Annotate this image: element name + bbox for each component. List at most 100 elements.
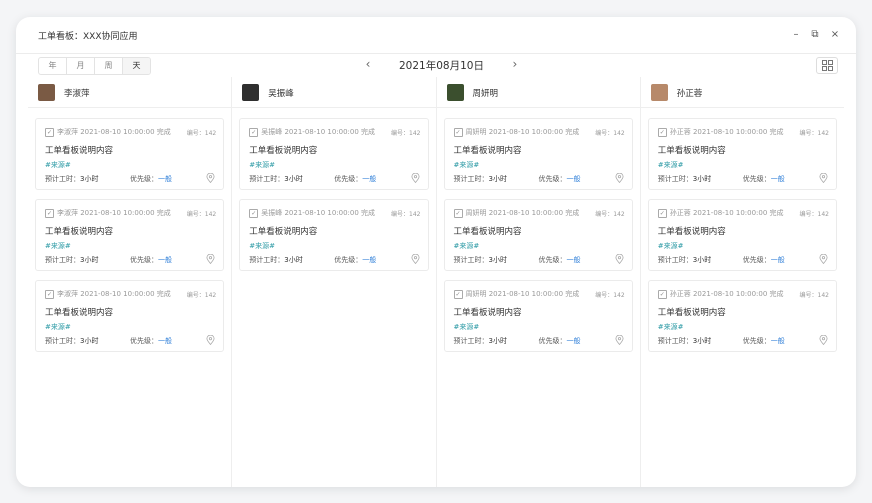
- work-order-card[interactable]: ✓ 周妍明 2021-08-10 10:00:00 完成 编号：142 工单看板…: [443, 199, 633, 271]
- toolbar: 年 月 周 天 ‹ 2021年08月10日 ›: [16, 54, 856, 76]
- board-column-4: 孙正蓉 ✓ 孙正蓉 2021-08-10 10:00:00 完成 编号：142 …: [640, 77, 844, 487]
- location-pin-icon[interactable]: [819, 173, 828, 183]
- done-checkbox-icon[interactable]: ✓: [657, 290, 667, 299]
- card-hours: 预计工时：3小时: [45, 175, 99, 183]
- card-description: 工单看板说明内容: [657, 227, 726, 237]
- title-bar: 工单看板：XXX协同应用 – ⧉ ×: [16, 17, 856, 54]
- card-tag[interactable]: #来源#: [45, 241, 71, 251]
- board-column-3: 周妍明 ✓ 周妍明 2021-08-10 10:00:00 完成 编号：142 …: [436, 77, 641, 487]
- card-hours: 预计工时：3小时: [45, 256, 99, 264]
- work-order-card[interactable]: ✓ 吴振峰 2021-08-10 10:00:00 完成 编号：142 工单看板…: [239, 199, 429, 271]
- card-tag[interactable]: #来源#: [249, 160, 275, 170]
- board-column-1: 李淑萍 ✓ 李淑萍 2021-08-10 10:00:00 完成 编号：142 …: [28, 77, 233, 487]
- done-checkbox-icon[interactable]: ✓: [657, 209, 667, 218]
- card-tag[interactable]: #来源#: [249, 241, 275, 251]
- card-description: 工单看板说明内容: [45, 146, 114, 156]
- close-icon[interactable]: ×: [827, 27, 843, 43]
- card-tag[interactable]: #来源#: [454, 241, 480, 251]
- location-pin-icon[interactable]: [615, 254, 624, 264]
- work-order-card[interactable]: ✓ 孙正蓉 2021-08-10 10:00:00 完成 编号：142 工单看板…: [647, 280, 837, 352]
- done-checkbox-icon[interactable]: ✓: [45, 128, 54, 137]
- card-description: 工单看板说明内容: [249, 146, 318, 156]
- grid-view-button[interactable]: [816, 57, 838, 74]
- work-order-card[interactable]: ✓ 周妍明 2021-08-10 10:00:00 完成 编号：142 工单看板…: [443, 280, 633, 352]
- done-checkbox-icon[interactable]: ✓: [45, 209, 54, 218]
- card-number: 编号：142: [391, 130, 421, 137]
- work-order-card[interactable]: ✓ 李淑萍 2021-08-10 10:00:00 完成 编号：142 工单看板…: [35, 199, 225, 271]
- location-pin-icon[interactable]: [206, 254, 215, 264]
- view-year-tab[interactable]: 年: [39, 58, 67, 74]
- minimize-icon[interactable]: –: [788, 27, 804, 43]
- card-tag[interactable]: #来源#: [454, 160, 480, 170]
- card-list: ✓ 吴振峰 2021-08-10 10:00:00 完成 编号：142 工单看板…: [232, 108, 435, 271]
- card-description: 工单看板说明内容: [249, 227, 318, 237]
- card-tag[interactable]: #来源#: [658, 241, 684, 251]
- done-checkbox-icon[interactable]: ✓: [45, 290, 54, 299]
- card-tag[interactable]: #来源#: [45, 160, 71, 170]
- location-pin-icon[interactable]: [410, 254, 420, 264]
- next-date-icon[interactable]: ›: [508, 57, 522, 73]
- work-order-card[interactable]: ✓ 周妍明 2021-08-10 10:00:00 完成 编号：142 工单看板…: [443, 118, 633, 190]
- done-checkbox-icon[interactable]: ✓: [453, 209, 463, 218]
- card-list: ✓ 孙正蓉 2021-08-10 10:00:00 完成 编号：142 工单看板…: [641, 108, 844, 352]
- work-order-card[interactable]: ✓ 吴振峰 2021-08-10 10:00:00 完成 编号：142 工单看板…: [239, 118, 429, 190]
- card-meta: 周妍明 2021-08-10 10:00:00 完成: [465, 128, 580, 136]
- done-checkbox-icon[interactable]: ✓: [453, 290, 463, 299]
- column-user-name: 孙正蓉: [676, 89, 703, 99]
- card-meta: 孙正蓉 2021-08-10 10:00:00 完成: [669, 128, 784, 136]
- date-navigator: ‹ 2021年08月10日 ›: [361, 57, 522, 73]
- card-priority: 优先级：一般: [334, 256, 377, 264]
- card-meta: 孙正蓉 2021-08-10 10:00:00 完成: [669, 209, 784, 217]
- location-pin-icon[interactable]: [615, 173, 624, 183]
- card-description: 工单看板说明内容: [45, 308, 114, 318]
- view-month-tab[interactable]: 月: [67, 58, 95, 74]
- card-number: 编号：142: [799, 292, 829, 299]
- work-order-card[interactable]: ✓ 孙正蓉 2021-08-10 10:00:00 完成 编号：142 工单看板…: [647, 118, 837, 190]
- card-number: 编号：142: [595, 130, 625, 137]
- card-meta: 周妍明 2021-08-10 10:00:00 完成: [465, 209, 580, 217]
- work-order-card[interactable]: ✓ 李淑萍 2021-08-10 10:00:00 完成 编号：142 工单看板…: [35, 280, 225, 352]
- card-hours: 预计工时：3小时: [453, 256, 507, 264]
- card-number: 编号：142: [799, 211, 829, 218]
- view-day-tab[interactable]: 天: [123, 58, 150, 74]
- card-number: 编号：142: [186, 292, 217, 299]
- location-pin-icon[interactable]: [615, 335, 624, 345]
- avatar[interactable]: [242, 84, 260, 101]
- card-tag[interactable]: #来源#: [658, 322, 684, 332]
- card-tag[interactable]: #来源#: [454, 322, 480, 332]
- avatar[interactable]: [446, 84, 464, 101]
- work-order-card[interactable]: ✓ 李淑萍 2021-08-10 10:00:00 完成 编号：142 工单看板…: [35, 118, 225, 190]
- card-priority: 优先级：一般: [538, 175, 581, 183]
- card-hours: 预计工时：3小时: [657, 175, 712, 183]
- restore-icon[interactable]: ⧉: [807, 27, 823, 43]
- board-column-2: 吴振峰 ✓ 吴振峰 2021-08-10 10:00:00 完成 编号：142 …: [232, 77, 437, 487]
- card-number: 编号：142: [595, 292, 625, 299]
- location-pin-icon[interactable]: [206, 335, 215, 345]
- card-tag[interactable]: #来源#: [658, 160, 684, 170]
- view-week-tab[interactable]: 周: [95, 58, 123, 74]
- card-number: 编号：142: [799, 130, 829, 137]
- card-meta: 孙正蓉 2021-08-10 10:00:00 完成: [669, 290, 784, 298]
- location-pin-icon[interactable]: [206, 173, 215, 183]
- location-pin-icon[interactable]: [819, 254, 828, 264]
- done-checkbox-icon[interactable]: ✓: [657, 128, 667, 137]
- done-checkbox-icon[interactable]: ✓: [453, 128, 463, 137]
- card-hours: 预计工时：3小时: [249, 175, 303, 183]
- column-header: 周妍明: [436, 77, 640, 108]
- card-description: 工单看板说明内容: [453, 146, 522, 156]
- location-pin-icon[interactable]: [819, 335, 828, 345]
- done-checkbox-icon[interactable]: ✓: [249, 209, 259, 218]
- card-number: 编号：142: [186, 130, 217, 137]
- card-tag[interactable]: #来源#: [45, 322, 71, 332]
- location-pin-icon[interactable]: [410, 173, 420, 183]
- column-header: 孙正蓉: [640, 77, 844, 108]
- prev-date-icon[interactable]: ‹: [361, 57, 375, 73]
- card-hours: 预计工时：3小时: [45, 337, 99, 345]
- card-number: 编号：142: [595, 211, 625, 218]
- done-checkbox-icon[interactable]: ✓: [249, 128, 259, 137]
- avatar[interactable]: [38, 84, 55, 101]
- card-meta: 李淑萍 2021-08-10 10:00:00 完成: [57, 290, 171, 298]
- avatar[interactable]: [650, 84, 668, 101]
- work-order-card[interactable]: ✓ 孙正蓉 2021-08-10 10:00:00 完成 编号：142 工单看板…: [647, 199, 837, 271]
- app-window: 工单看板：XXX协同应用 – ⧉ × 年 月 周 天 ‹ 2021年08月10日…: [16, 17, 856, 487]
